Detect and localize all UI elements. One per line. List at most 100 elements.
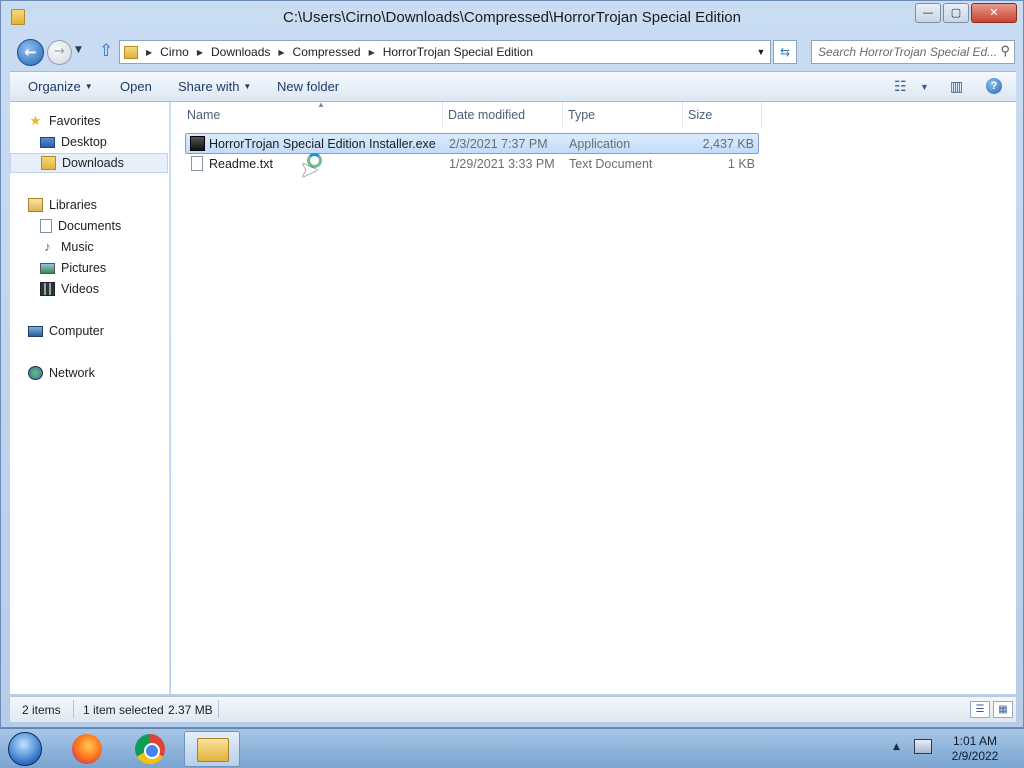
address-dropdown-button[interactable]: ▼ [752,41,770,63]
large-icons-view-icon[interactable]: ▦ [993,701,1013,718]
star-icon: ★ [29,113,42,128]
clock-time: 1:01 AM [952,734,998,748]
nav-item-videos[interactable]: Videos [10,279,168,299]
file-name: HorrorTrojan Special Edition Installer.e… [209,137,436,151]
nav-item-music[interactable]: ♪ Music [10,237,168,257]
up-button[interactable]: ⇧ [99,41,113,61]
organize-button[interactable]: Organize ▼ [28,79,93,94]
nav-network[interactable]: Network [28,363,168,383]
firefox-icon [72,734,102,764]
music-note-icon: ♪ [44,239,51,254]
taskbar-explorer[interactable] [184,731,240,767]
item-count: 2 items [22,703,61,717]
breadcrumb-downloads[interactable]: Downloads [211,45,270,59]
start-button[interactable] [8,732,42,766]
column-name-label: Name [187,108,221,122]
file-size: 2,437 KB [702,137,754,151]
share-with-button[interactable]: Share with ▼ [178,79,251,94]
file-type: Application [569,137,631,151]
system-clock[interactable]: 1:01 AM 2/9/2022 [940,734,1010,764]
desktop-icon [40,136,55,148]
file-type: Text Document [569,157,653,171]
change-view-icon[interactable]: ☷ [894,78,907,95]
nav-network-label: Network [49,366,95,380]
show-hidden-icons-icon[interactable]: ▲ [893,742,900,752]
nav-pictures-label: Pictures [61,261,107,275]
chevron-down-icon: ▼ [243,82,252,91]
open-button[interactable]: Open [120,79,152,94]
clock-date: 2/9/2022 [951,749,999,763]
nav-computer-label: Computer [49,324,104,338]
downloads-folder-icon [41,156,56,170]
arrow-right-icon: → [54,44,65,59]
folder-icon [124,45,138,59]
breadcrumb-compressed[interactable]: Compressed [293,45,361,59]
breadcrumb-current-folder[interactable]: HorrorTrojan Special Edition [383,45,533,59]
chevron-right-icon[interactable]: ▶ [146,48,152,57]
selection-size: 2.37 MB [168,703,213,717]
pictures-icon [40,262,55,274]
selection-count: 1 item selected [83,703,164,717]
search-icon[interactable]: ⚲ [1000,43,1010,59]
sort-ascending-icon: ▲ [317,100,325,109]
title-bar[interactable]: C:\Users\Cirno\Downloads\Compressed\Horr… [1,1,1023,35]
nav-favorites[interactable]: ★ Favorites [28,111,168,131]
search-placeholder: Search HorrorTrojan Special Ed... [818,45,998,59]
document-icon [40,219,52,233]
maximize-button[interactable]: ▢ [943,3,969,23]
nav-item-documents[interactable]: Documents [10,216,168,236]
help-icon[interactable]: ? [986,78,1002,94]
file-row-readme[interactable]: Readme.txt 1/29/2021 3:33 PM Text Docume… [185,154,759,175]
chevron-right-icon[interactable]: ▶ [369,48,375,57]
taskbar: ▲ 1:01 AM 2/9/2022 [0,728,1024,768]
search-input[interactable]: Search HorrorTrojan Special Ed... ⚲ [811,40,1015,64]
nav-videos-label: Videos [61,282,99,296]
nav-item-desktop[interactable]: Desktop [10,132,168,152]
nav-libraries[interactable]: Libraries [28,195,168,215]
address-row: ← → ▼ ⇧ ▶ Cirno ▶ Downloads ▶ Compressed… [15,37,1015,67]
txt-icon [191,156,203,171]
file-row-installer[interactable]: HorrorTrojan Special Edition Installer.e… [185,133,759,154]
address-bar[interactable]: ▶ Cirno ▶ Downloads ▶ Compressed ▶ Horro… [119,40,771,64]
nav-downloads-label: Downloads [62,156,124,170]
preview-pane-icon[interactable]: ▥ [950,78,963,95]
breadcrumb-cirno[interactable]: Cirno [160,45,189,59]
taskbar-chrome[interactable] [121,731,177,767]
chevron-right-icon[interactable]: ▶ [278,48,284,57]
back-button[interactable]: ← [17,39,44,66]
new-folder-button[interactable]: New folder [277,79,339,94]
status-divider [218,700,219,718]
arrow-left-icon: ← [24,43,37,61]
file-name: Readme.txt [209,157,273,171]
nav-music-label: Music [61,240,94,254]
mouse-cursor-icon: ➤ [300,158,319,183]
nav-item-pictures[interactable]: Pictures [10,258,168,278]
network-tray-icon[interactable] [914,739,932,754]
forward-button[interactable]: → [47,40,72,65]
nav-item-downloads[interactable]: Downloads [10,153,168,173]
minimize-button[interactable]: — [915,3,941,23]
column-header-type[interactable]: Type [562,102,683,128]
computer-icon [28,325,43,337]
library-icon [28,198,43,212]
window-controls: — ▢ ✕ [913,3,1017,23]
navigation-pane: ★ Favorites Desktop Downloads Libraries … [10,102,170,694]
status-divider [73,700,74,718]
chevron-down-icon: ▼ [84,82,93,91]
view-options-chevron-icon[interactable]: ▼ [920,82,929,92]
share-with-label: Share with [178,79,240,94]
column-header-size[interactable]: Size [682,102,762,128]
recent-pages-button[interactable]: ▼ [75,45,82,55]
chevron-right-icon[interactable]: ▶ [197,48,203,57]
close-button[interactable]: ✕ [971,3,1017,23]
film-strip-icon [40,282,55,296]
nav-computer[interactable]: Computer [28,321,168,341]
window-title: C:\Users\Cirno\Downloads\Compressed\Horr… [283,9,741,26]
refresh-button[interactable]: ⇆ [773,40,797,64]
details-view-icon[interactable]: ☰ [970,701,990,718]
file-explorer-icon [197,738,229,762]
taskbar-firefox[interactable] [58,731,114,767]
column-header-date-modified[interactable]: Date modified [442,102,563,128]
column-header-name[interactable]: ▲ Name [181,100,443,128]
organize-label: Organize [28,79,81,94]
